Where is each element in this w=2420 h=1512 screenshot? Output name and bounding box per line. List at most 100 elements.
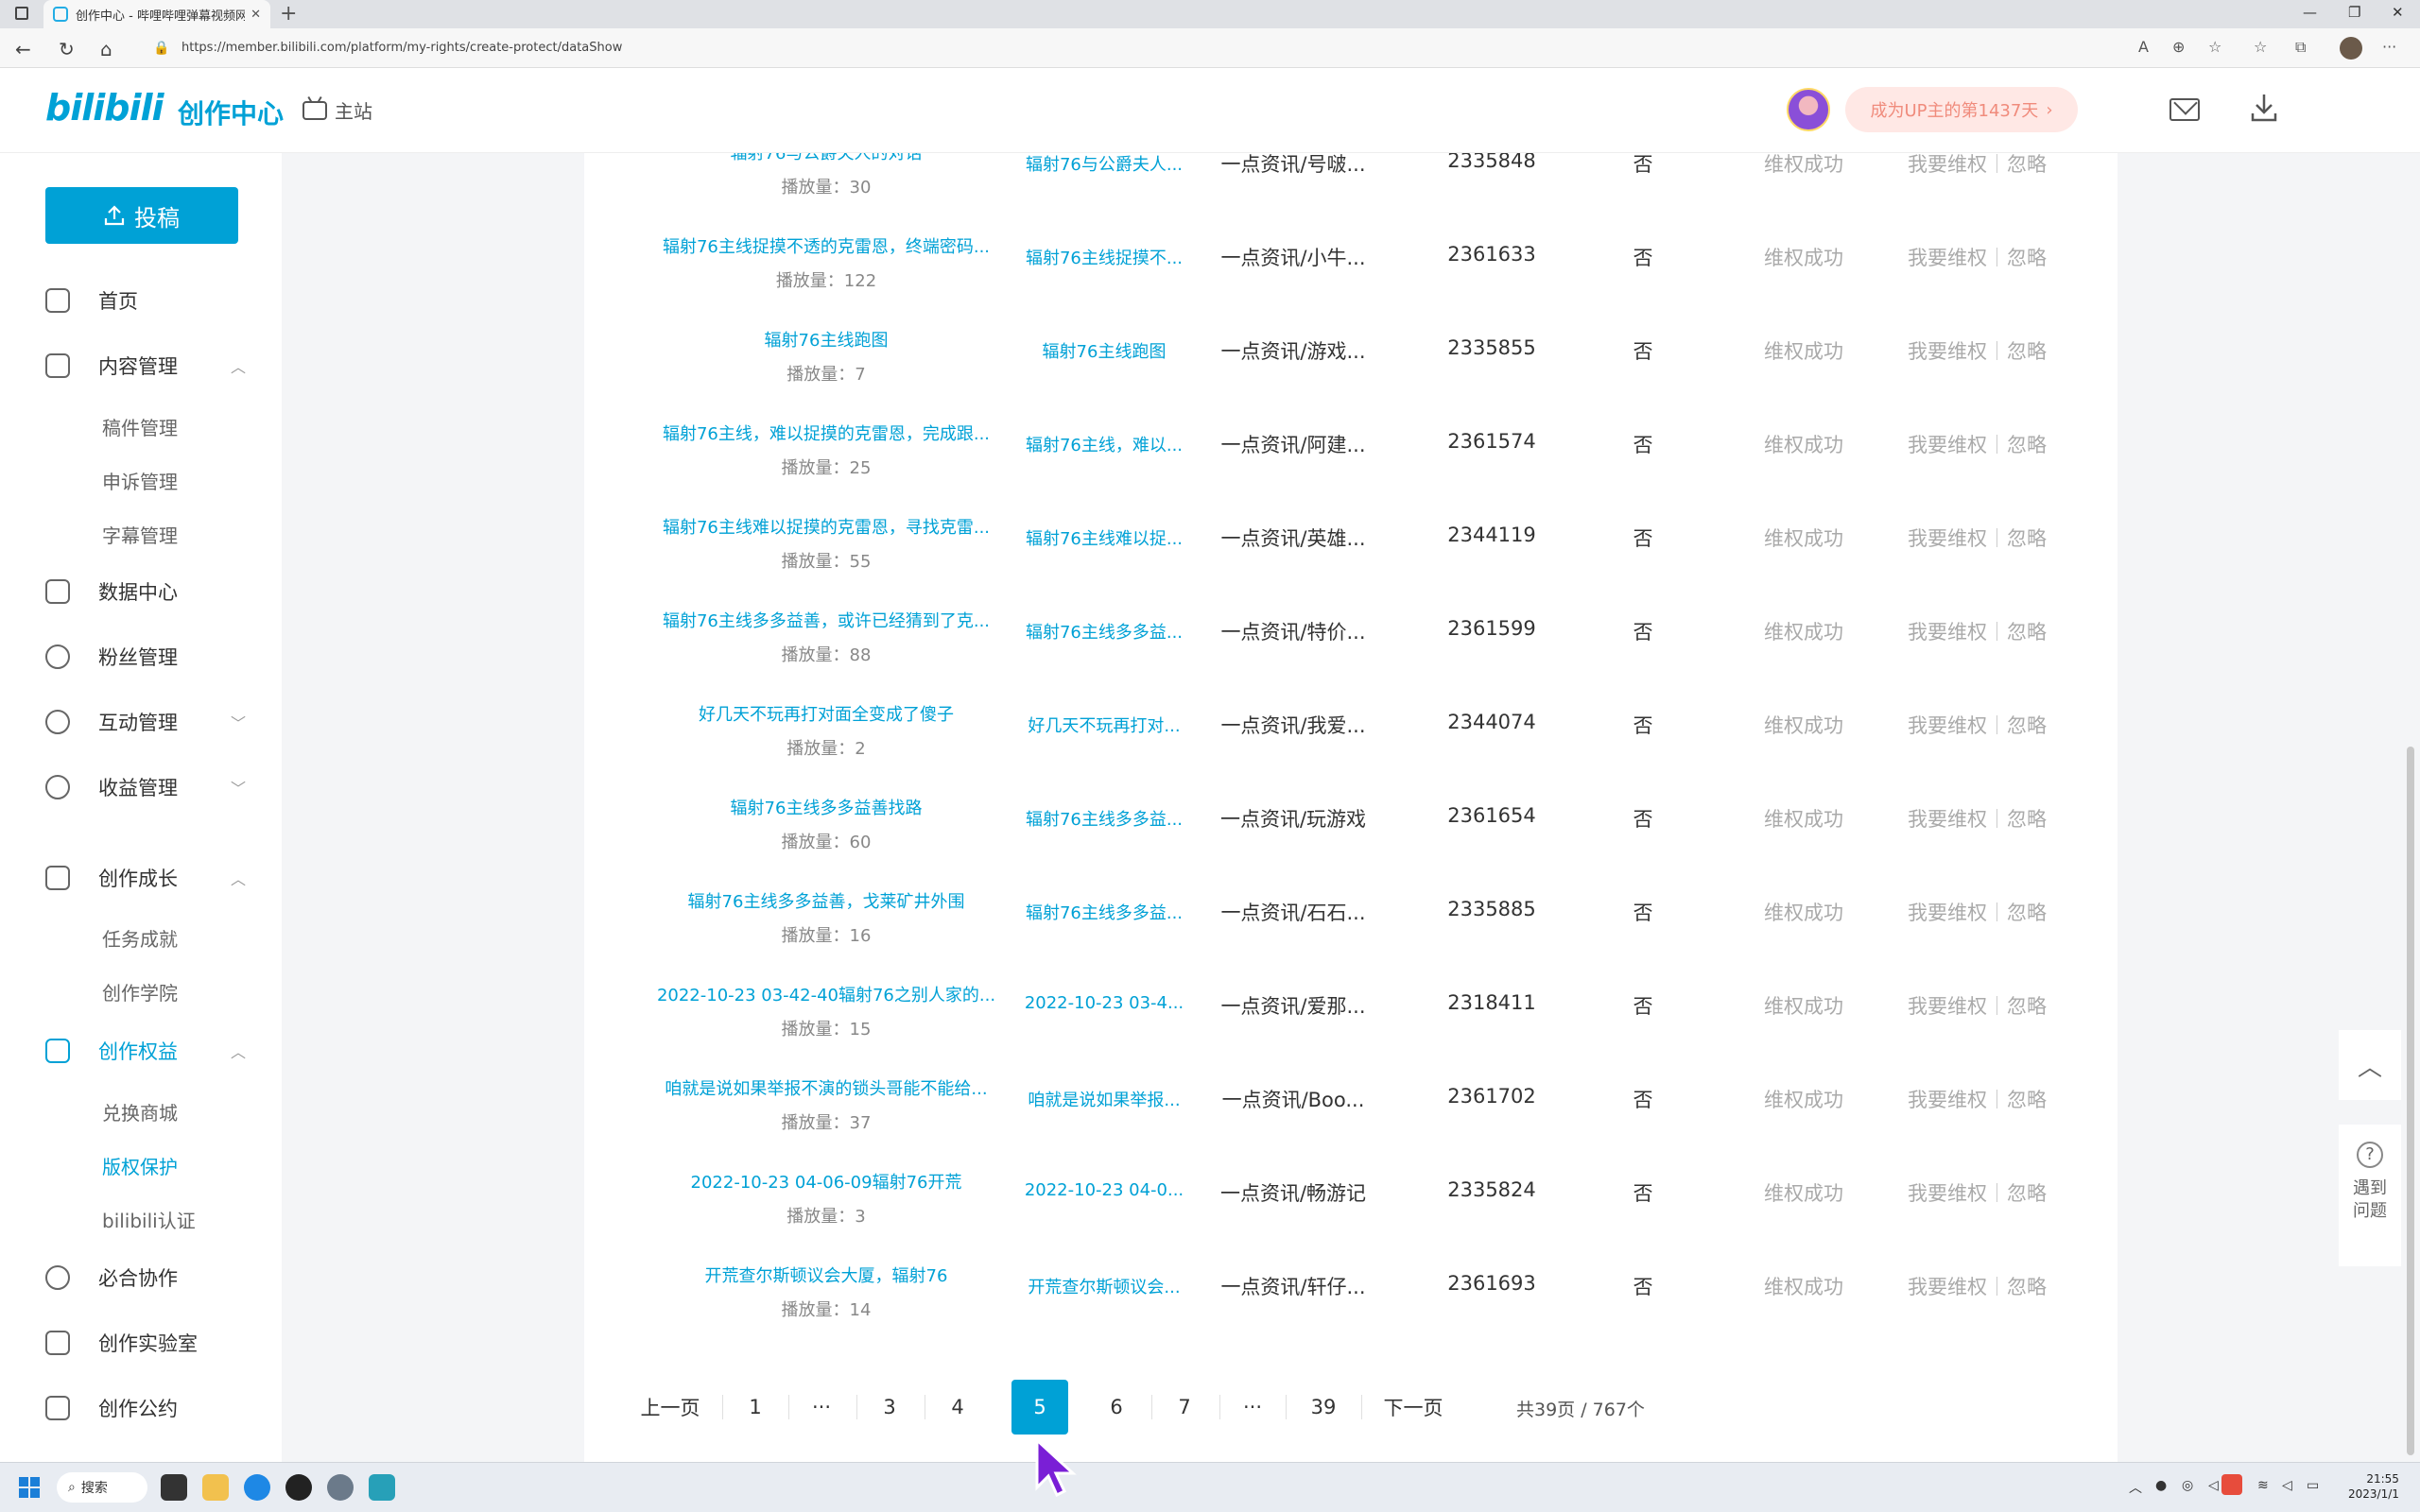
video-title-link[interactable]: 辐射76主线捉摸不透的克雷恩，终端密码... <box>622 233 1030 258</box>
video-title-link[interactable]: 开荒查尔斯顿议会大厦，辐射76 <box>622 1263 1030 1287</box>
ignore-button[interactable]: 忽略 <box>2007 153 2047 178</box>
sidebar-item-home[interactable]: 首页 <box>45 282 253 319</box>
video-title-link[interactable]: 辐射76主线多多益善找路 <box>622 795 1030 819</box>
upload-button[interactable]: 投稿 <box>45 187 238 244</box>
avatar[interactable] <box>1787 88 1830 131</box>
video-title-link[interactable]: 辐射76主线难以捉摸的克雷恩，寻找克雷... <box>622 514 1030 539</box>
battery-icon[interactable]: ▭ <box>2307 1478 2319 1493</box>
video-title-link[interactable]: 好几天不玩再打对面全变成了傻子 <box>622 701 1030 726</box>
ignore-button[interactable]: 忽略 <box>2007 711 2047 739</box>
more-icon[interactable]: ··· <box>2382 38 2396 56</box>
page-ellipsis-button[interactable]: ··· <box>798 1380 845 1435</box>
infringing-title-link[interactable]: 辐射76主线跑图 <box>1000 338 1208 363</box>
collections-icon[interactable]: ⧉ <box>2295 38 2306 57</box>
minimize-icon[interactable]: — <box>2303 4 2317 21</box>
next-page-button[interactable]: 下一页 <box>1371 1380 1456 1435</box>
sidebar-item-convention[interactable]: 创作公约 <box>45 1389 253 1427</box>
ignore-button[interactable]: 忽略 <box>2007 898 2047 926</box>
home-icon[interactable]: ⌂ <box>100 38 112 60</box>
video-title-link[interactable]: 辐射76与公爵夫人的对话 <box>622 153 1030 164</box>
claim-rights-button[interactable]: 我要维权 <box>1908 524 1987 552</box>
claim-rights-button[interactable]: 我要维权 <box>1908 991 1987 1020</box>
restore-icon[interactable]: ❐ <box>2348 4 2360 21</box>
claim-rights-button[interactable]: 我要维权 <box>1908 711 1987 739</box>
infringing-title-link[interactable]: 开荒查尔斯顿议会... <box>1000 1274 1208 1298</box>
prev-page-button[interactable]: 上一页 <box>628 1380 713 1435</box>
infringing-title-link[interactable]: 2022-10-23 03-4... <box>1000 993 1208 1013</box>
sidebar-item-certification[interactable]: bilibili认证 <box>102 1206 196 1233</box>
claim-rights-button[interactable]: 我要维权 <box>1908 243 1987 271</box>
speaker-icon[interactable]: ◁ <box>2208 1478 2219 1493</box>
settings-icon[interactable] <box>327 1474 354 1501</box>
ignore-button[interactable]: 忽略 <box>2007 243 2047 271</box>
sidebar-item-content[interactable]: 内容管理 ︿ <box>45 347 253 385</box>
wifi-icon[interactable]: ≋ <box>2257 1478 2269 1493</box>
video-title-link[interactable]: 咱就是说如果举报不演的锁头哥能不能给... <box>622 1075 1030 1100</box>
help-button[interactable]: ? 遇到问题 <box>2339 1125 2401 1266</box>
volume-icon[interactable]: ◁ <box>2282 1478 2292 1493</box>
video-title-link[interactable]: 辐射76主线多多益善，戈莱矿井外围 <box>622 888 1030 913</box>
claim-rights-button[interactable]: 我要维权 <box>1908 1085 1987 1113</box>
claim-rights-button[interactable]: 我要维权 <box>1908 430 1987 458</box>
ignore-button[interactable]: 忽略 <box>2007 617 2047 645</box>
ignore-button[interactable]: 忽略 <box>2007 336 2047 365</box>
infringing-title-link[interactable]: 辐射76主线多多益... <box>1000 900 1208 924</box>
sidebar-item-rights[interactable]: 创作权益 ︿ <box>45 1032 253 1070</box>
ignore-button[interactable]: 忽略 <box>2007 991 2047 1020</box>
infringing-title-link[interactable]: 辐射76主线难以捉... <box>1000 525 1208 550</box>
sidebar-item-shop[interactable]: 兑换商城 <box>102 1098 178 1125</box>
back-icon[interactable]: ← <box>15 38 31 60</box>
infringing-title-link[interactable]: 辐射76主线，难以... <box>1000 432 1208 456</box>
sidebar-item-income[interactable]: 收益管理 ﹀ <box>45 768 253 806</box>
main-site-link[interactable]: 主站 <box>302 96 372 124</box>
tab-actions-icon[interactable] <box>15 7 28 20</box>
infringing-title-link[interactable]: 辐射76主线多多益... <box>1000 619 1208 644</box>
infringing-title-link[interactable]: 2022-10-23 04-0... <box>1000 1180 1208 1200</box>
lock-icon[interactable]: 🔒 <box>153 41 169 56</box>
claim-rights-button[interactable]: 我要维权 <box>1908 804 1987 833</box>
mail-icon[interactable] <box>2169 98 2200 121</box>
window-close-icon[interactable]: ✕ <box>2392 4 2404 21</box>
infringing-title-link[interactable]: 好几天不玩再打对... <box>1000 713 1208 737</box>
sidebar-item-copyright[interactable]: 版权保护 <box>102 1152 178 1179</box>
video-title-link[interactable]: 2022-10-23 03-42-40辐射76之别人家的... <box>622 982 1030 1006</box>
browser-tab[interactable]: 创作中心 - 哔哩哔哩弹幕视频网 ✕ <box>43 0 270 28</box>
claim-rights-button[interactable]: 我要维权 <box>1908 153 1987 178</box>
infringing-title-link[interactable]: 辐射76主线捉摸不... <box>1000 245 1208 269</box>
page-7-button[interactable]: 7 <box>1161 1380 1208 1435</box>
sidebar-item-data[interactable]: 数据中心 <box>45 573 253 610</box>
ignore-button[interactable]: 忽略 <box>2007 1085 2047 1113</box>
sidebar-item-appeals[interactable]: 申诉管理 <box>102 467 178 494</box>
sidebar-item-interaction[interactable]: 互动管理 ﹀ <box>45 703 253 741</box>
ignore-button[interactable]: 忽略 <box>2007 430 2047 458</box>
claim-rights-button[interactable]: 我要维权 <box>1908 1272 1987 1300</box>
sidebar-item-manuscripts[interactable]: 稿件管理 <box>102 413 178 440</box>
url-field[interactable]: https://member.bilibili.com/platform/my-… <box>182 41 622 55</box>
bilibili-logo[interactable]: bilibili <box>45 87 164 129</box>
sidebar-item-growth[interactable]: 创作成长 ︿ <box>45 859 253 897</box>
infringing-title-link[interactable]: 辐射76与公爵夫人... <box>1000 153 1208 176</box>
up-days-badge[interactable]: 成为UP主的第1437天 › <box>1845 87 2078 132</box>
ignore-button[interactable]: 忽略 <box>2007 524 2047 552</box>
page-6-button[interactable]: 6 <box>1093 1380 1140 1435</box>
back-to-top-button[interactable]: ︿ <box>2339 1030 2401 1100</box>
taskbar-search[interactable]: ⌕ 搜索 <box>57 1472 147 1503</box>
page-5-button-current[interactable]: 5 <box>1011 1380 1068 1435</box>
claim-rights-button[interactable]: 我要维权 <box>1908 898 1987 926</box>
new-tab-icon[interactable]: + <box>280 2 297 26</box>
sidebar-item-fans[interactable]: 粉丝管理 <box>45 638 253 676</box>
refresh-icon[interactable]: ↻ <box>59 38 75 60</box>
chevron-up-icon[interactable]: ︿ <box>2129 1478 2142 1497</box>
claim-rights-button[interactable]: 我要维权 <box>1908 336 1987 365</box>
read-aloud-icon[interactable]: A <box>2138 38 2149 56</box>
sidebar-item-lab[interactable]: 创作实验室 <box>45 1324 253 1362</box>
video-title-link[interactable]: 辐射76主线，难以捉摸的克雷恩，完成跟... <box>622 421 1030 445</box>
sidebar-item-cooperation[interactable]: 必合协作 <box>45 1259 253 1297</box>
sidebar-item-subtitles[interactable]: 字幕管理 <box>102 521 178 548</box>
sidebar-item-achievements[interactable]: 任务成就 <box>102 924 178 952</box>
app-icon[interactable] <box>285 1474 312 1501</box>
page-39-button[interactable]: 39 <box>1295 1380 1352 1435</box>
ignore-button[interactable]: 忽略 <box>2007 1178 2047 1207</box>
tray-app-icon[interactable]: ◎ <box>2182 1478 2193 1493</box>
add-favorite-icon[interactable]: ☆ <box>2208 38 2221 56</box>
